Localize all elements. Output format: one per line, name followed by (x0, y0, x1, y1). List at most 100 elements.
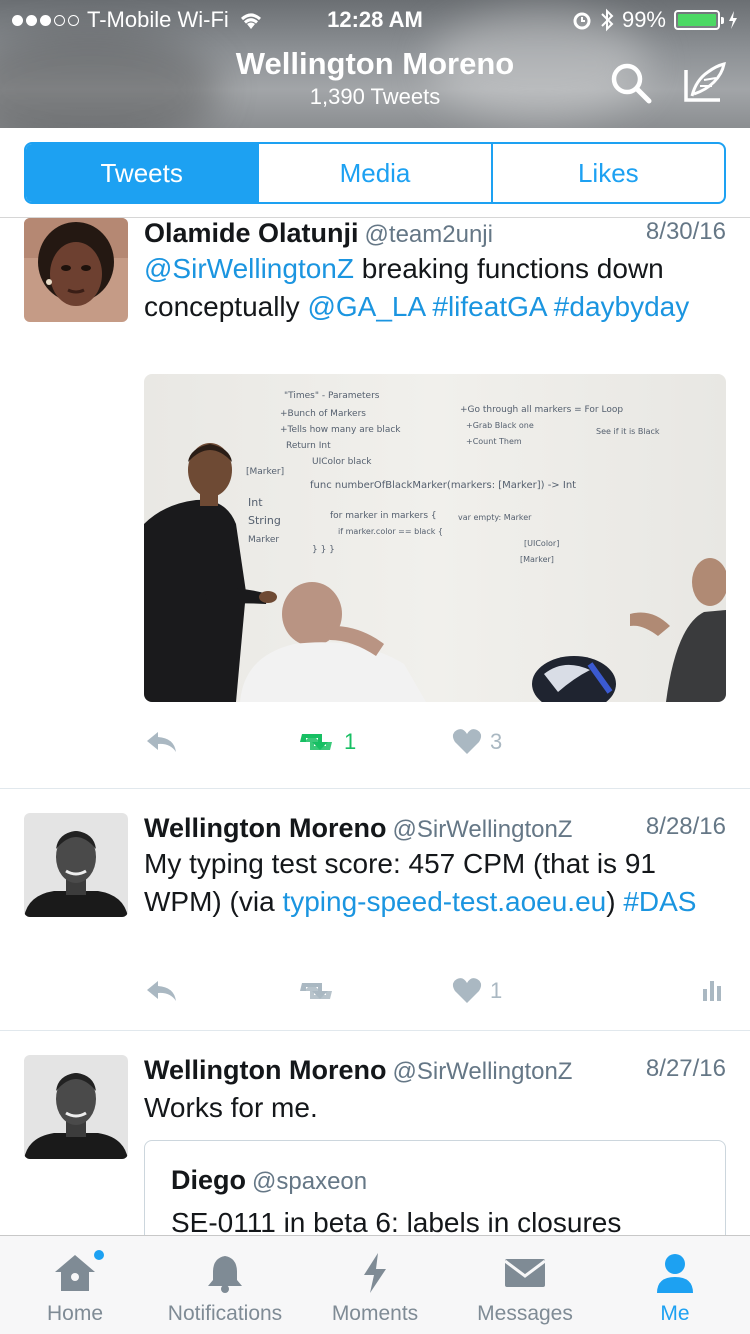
tweet-date: 8/30/16 (645, 218, 726, 245)
analytics-button[interactable] (702, 977, 726, 1003)
whiteboard-text: +Go through all markers = For Loop (460, 405, 623, 415)
tweet-date: 8/28/16 (645, 813, 726, 840)
retweet-button[interactable]: 1 (296, 728, 356, 756)
tweet-header: Wellington Moreno @SirWellingtonZ 8/28/16 (144, 813, 726, 844)
tab-label: Home (46, 1302, 104, 1325)
author-handle[interactable]: @team2unji (365, 221, 493, 248)
like-button[interactable]: 1 (452, 977, 502, 1005)
url-link[interactable]: typing-speed-test.aoeu.eu (282, 886, 606, 917)
tab-likes[interactable]: Likes (493, 144, 724, 202)
tab-moments[interactable]: Moments (300, 1236, 450, 1334)
author-name[interactable]: Wellington Moreno (144, 813, 386, 843)
avatar[interactable] (24, 1055, 128, 1159)
compose-icon[interactable] (682, 60, 728, 106)
tweet-text: Works for me. (144, 1092, 318, 1123)
like-button[interactable]: 3 (452, 728, 502, 756)
person-icon (650, 1250, 700, 1296)
search-icon[interactable] (608, 60, 654, 106)
notification-badge (92, 1248, 106, 1262)
profile-segmented-control: Tweets Media Likes (24, 142, 726, 204)
lightning-icon (350, 1250, 400, 1296)
quoted-tweet-text: SE-0111 in beta 6: labels in closures (171, 1207, 622, 1235)
tweet-actions: 1 (144, 977, 726, 1013)
tab-me[interactable]: Me (600, 1236, 750, 1334)
whiteboard-text: } } } (312, 545, 335, 555)
tweet-photo[interactable]: "Times" - Parameters +Bunch of Markers +… (144, 374, 726, 702)
mention-link[interactable]: @SirWellingtonZ (144, 253, 354, 284)
bottom-tab-bar: Home Notifications Moments Messages Me (0, 1235, 750, 1334)
whiteboard-text: Int (248, 496, 263, 509)
whiteboard-text: Return Int (286, 441, 331, 451)
bluetooth-icon (601, 8, 614, 32)
reply-button[interactable] (144, 977, 178, 1003)
tweet-text: @SirWellingtonZ breaking functions down … (144, 250, 720, 326)
whiteboard-text: +Count Them (466, 437, 522, 446)
retweet-icon (300, 983, 332, 999)
avatar[interactable] (24, 813, 128, 917)
quoted-author-name: Diego (171, 1165, 247, 1195)
tweet-actions: 1 3 (144, 728, 726, 764)
tab-label: Messages (477, 1302, 573, 1325)
quoted-author-handle: @spaxeon (252, 1168, 368, 1195)
whiteboard-text: [Marker] (520, 555, 554, 564)
retweet-count: 1 (344, 729, 357, 754)
charging-icon (729, 11, 737, 29)
whiteboard-text: [UIColor] (524, 539, 559, 548)
tab-label: Notifications (167, 1302, 283, 1325)
whiteboard-text: Marker (248, 535, 279, 545)
whiteboard-text: UIColor black (312, 457, 372, 467)
tweet-card[interactable]: Wellington Moreno @SirWellingtonZ 8/28/16… (0, 789, 750, 1031)
mention-link[interactable]: @GA_LA (307, 291, 424, 322)
tweet-card[interactable]: Olamide Olatunji @team2unji 8/30/16 @SirW… (0, 218, 750, 788)
hashtag-link[interactable]: #lifeatGA (432, 291, 546, 322)
like-count: 3 (490, 729, 503, 754)
author-name[interactable]: Wellington Moreno (144, 1055, 386, 1085)
status-bar: T-Mobile Wi-Fi 12:28 AM 99% (0, 0, 750, 40)
tab-label: Moments (331, 1302, 419, 1325)
analytics-icon (703, 981, 721, 1001)
like-count: 1 (490, 978, 503, 1003)
avatar[interactable] (24, 218, 128, 322)
tweet-header: Wellington Moreno @SirWellingtonZ 8/27/16 (144, 1055, 726, 1086)
tab-notifications[interactable]: Notifications (150, 1236, 300, 1334)
reply-button[interactable] (144, 728, 178, 754)
quoted-tweet[interactable]: Diego @spaxeon SE-0111 in beta 6: labels … (144, 1140, 726, 1235)
tweet-text-segment: ) (606, 886, 624, 917)
author-handle[interactable]: @SirWellingtonZ (392, 816, 572, 843)
tab-label: Me (660, 1302, 690, 1325)
battery-icon (674, 10, 724, 30)
reply-icon (147, 981, 176, 1001)
whiteboard-text: See if it is Black (596, 427, 660, 436)
tweet-text: My typing test score: 457 CPM (that is 9… (144, 845, 720, 921)
heart-icon (452, 978, 482, 1003)
whiteboard-text: String (248, 514, 281, 527)
bell-icon (200, 1250, 250, 1296)
tab-home[interactable]: Home (0, 1236, 150, 1334)
author-handle[interactable]: @SirWellingtonZ (392, 1058, 572, 1085)
envelope-icon (500, 1250, 550, 1296)
whiteboard-text: +Bunch of Markers (280, 409, 366, 419)
whiteboard-text: +Tells how many are black (280, 425, 401, 435)
reply-icon (147, 732, 176, 752)
hashtag-link[interactable]: #DAS (623, 886, 696, 917)
tweet-header: Olamide Olatunji @team2unji 8/30/16 (144, 218, 726, 249)
author-name[interactable]: Olamide Olatunji (144, 218, 359, 248)
whiteboard-text: for marker in markers { (330, 511, 437, 521)
tweet-date: 8/27/16 (645, 1055, 726, 1082)
hashtag-link[interactable]: #daybyday (554, 291, 689, 322)
heart-icon (452, 729, 482, 754)
profile-header: T-Mobile Wi-Fi 12:28 AM 99% Wellington M… (0, 0, 750, 128)
whiteboard-text: if marker.color == black { (338, 527, 443, 536)
retweet-button[interactable] (296, 977, 336, 1005)
whiteboard-text: +Grab Black one (466, 421, 534, 430)
retweet-icon (300, 734, 332, 750)
tweet-timeline[interactable]: Olamide Olatunji @team2unji 8/30/16 @SirW… (0, 218, 750, 1235)
tab-messages[interactable]: Messages (450, 1236, 600, 1334)
tab-media[interactable]: Media (259, 144, 493, 202)
whiteboard-text: func numberOfBlackMarker(markers: [Marke… (310, 480, 576, 491)
battery-percent: 99% (621, 7, 666, 32)
alarm-icon (573, 12, 591, 30)
tab-tweets[interactable]: Tweets (26, 144, 260, 202)
tweet-text-segment (546, 291, 554, 322)
status-right: 99% (572, 7, 738, 33)
